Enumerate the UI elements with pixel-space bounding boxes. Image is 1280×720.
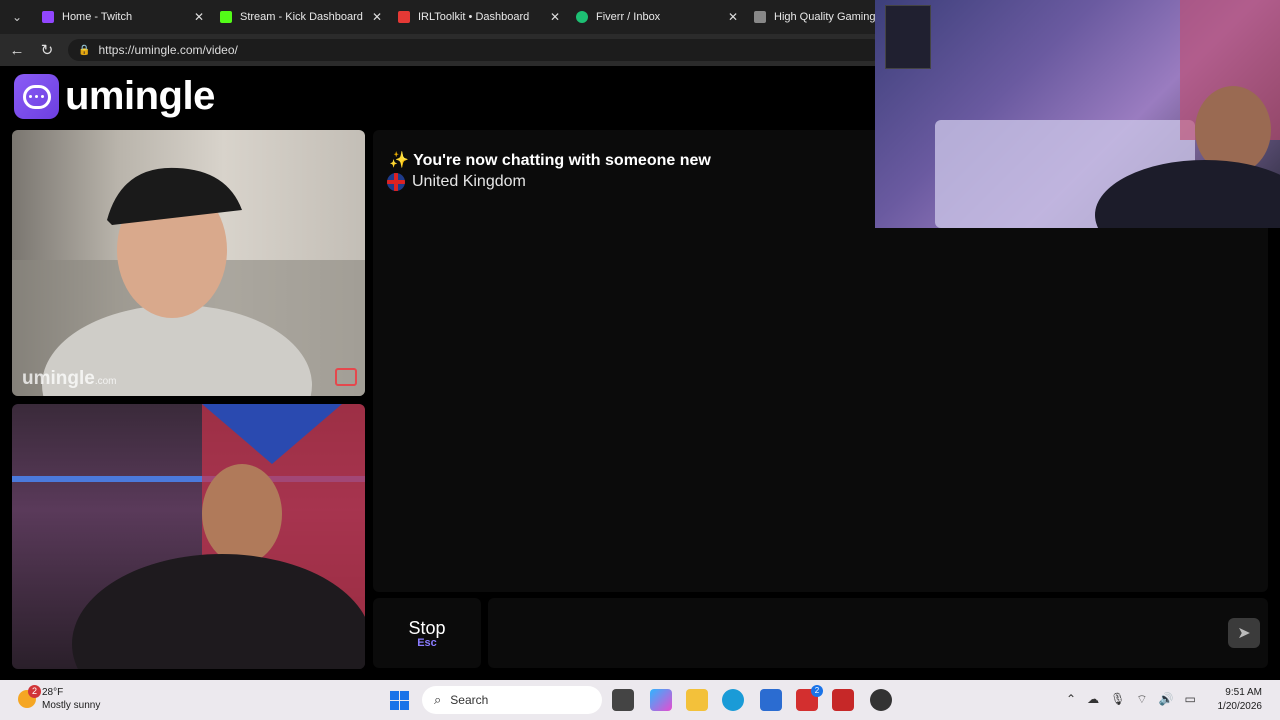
url-text: https://umingle.com/video/ bbox=[98, 43, 238, 57]
volume-icon[interactable]: 🔊 bbox=[1159, 692, 1174, 707]
tab-close-icon[interactable]: ✕ bbox=[194, 10, 204, 24]
kick-favicon-icon bbox=[220, 11, 232, 23]
page-favicon-icon bbox=[754, 11, 766, 23]
stop-button[interactable]: Stop Esc bbox=[373, 598, 481, 668]
stop-shortcut: Esc bbox=[417, 637, 437, 649]
stranger-video: umingle.com bbox=[12, 130, 365, 396]
weather-description: Mostly sunny bbox=[42, 700, 101, 711]
tab-title: Stream - Kick Dashboard bbox=[240, 11, 363, 23]
irltoolkit-favicon-icon bbox=[398, 11, 410, 23]
file-explorer-icon[interactable] bbox=[686, 689, 708, 711]
address-bar[interactable]: 🔒 https://umingle.com/video/ bbox=[68, 39, 883, 61]
tab-fiverr[interactable]: Fiverr / Inbox ✕ bbox=[568, 0, 746, 34]
weather-notification-badge: 2 bbox=[28, 685, 41, 698]
chevron-up-icon[interactable]: ⌃ bbox=[1066, 692, 1076, 707]
umingle-logo[interactable]: umingle bbox=[14, 74, 215, 119]
streamer-webcam-overlay bbox=[875, 0, 1280, 228]
tab-irltoolkit[interactable]: IRLToolkit • Dashboard ✕ bbox=[390, 0, 568, 34]
umingle-watermark: umingle.com bbox=[22, 368, 117, 389]
country-name: United Kingdom bbox=[412, 173, 526, 190]
taskbar-search[interactable]: ⌕ Search bbox=[422, 686, 602, 714]
partner-country: United Kingdom bbox=[387, 173, 526, 191]
app-l-icon[interactable]: 2 bbox=[796, 685, 823, 711]
tab-title: Fiverr / Inbox bbox=[596, 11, 661, 23]
chat-status-message: ✨ You're now chatting with someone new bbox=[389, 152, 711, 169]
stranger-video-frame bbox=[12, 167, 365, 396]
chat-bubble-logo-icon bbox=[14, 74, 59, 119]
tab-kick[interactable]: Stream - Kick Dashboard ✕ bbox=[212, 0, 390, 34]
weather-widget[interactable]: 2 28°F Mostly sunny bbox=[18, 685, 101, 712]
app-notification-badge: 2 bbox=[811, 685, 823, 697]
microsoft-store-icon[interactable] bbox=[760, 689, 782, 711]
system-tray: ⌃ ☁ 🎙 ⌔ 🔊 ▭ bbox=[1066, 692, 1196, 707]
wifi-icon[interactable]: ⌔ bbox=[1136, 692, 1147, 707]
tab-close-icon[interactable]: ✕ bbox=[372, 10, 382, 24]
tab-title: Home - Twitch bbox=[62, 11, 133, 23]
clock-time: 9:51 AM bbox=[1225, 687, 1262, 698]
task-view-icon[interactable] bbox=[612, 689, 634, 711]
onedrive-cloud-icon[interactable]: ☁ bbox=[1087, 692, 1099, 707]
self-video-frame bbox=[12, 404, 365, 669]
edge-browser-icon[interactable] bbox=[722, 689, 744, 711]
message-input[interactable]: ➤ bbox=[488, 598, 1268, 668]
microphone-icon[interactable]: 🎙 bbox=[1110, 692, 1125, 707]
self-video bbox=[12, 404, 365, 669]
report-flag-icon[interactable] bbox=[335, 368, 357, 386]
tab-close-icon[interactable]: ✕ bbox=[728, 10, 738, 24]
tab-list-chevron-icon[interactable]: ⌄ bbox=[0, 0, 34, 34]
send-arrow-icon[interactable]: ➤ bbox=[1228, 618, 1260, 648]
clock-date: 1/20/2026 bbox=[1217, 701, 1263, 712]
search-icon: ⌕ bbox=[434, 692, 442, 707]
twitch-favicon-icon bbox=[42, 11, 54, 23]
logo-text: umingle bbox=[65, 74, 215, 118]
battery-icon[interactable]: ▭ bbox=[1185, 692, 1196, 707]
mcafee-shield-icon[interactable] bbox=[832, 689, 854, 711]
fiverr-favicon-icon bbox=[576, 11, 588, 23]
site-info-icon[interactable]: 🔒 bbox=[78, 45, 90, 56]
sun-icon: 2 bbox=[18, 685, 41, 708]
back-arrow-icon[interactable]: ← bbox=[2, 42, 32, 59]
weather-temperature: 28°F bbox=[42, 687, 64, 698]
webcam-scene bbox=[1095, 0, 1280, 228]
tab-twitch[interactable]: Home - Twitch ✕ bbox=[34, 0, 212, 34]
stop-label: Stop bbox=[408, 618, 446, 638]
uk-flag-icon bbox=[387, 173, 405, 191]
clock[interactable]: 9:51 AM 1/20/2026 bbox=[1218, 686, 1263, 714]
search-label: Search bbox=[450, 693, 489, 707]
tab-close-icon[interactable]: ✕ bbox=[550, 10, 560, 24]
tab-title: IRLToolkit • Dashboard bbox=[418, 11, 530, 23]
windows-start-icon[interactable] bbox=[390, 691, 409, 710]
reload-icon[interactable]: ↻ bbox=[32, 41, 62, 59]
app-extra-icon[interactable] bbox=[870, 689, 892, 711]
windows-taskbar: 2 28°F Mostly sunny ⌕ Search 2 ⌃ ☁ 🎙 ⌔ 🔊… bbox=[0, 680, 1280, 720]
copilot-icon[interactable] bbox=[650, 689, 672, 711]
